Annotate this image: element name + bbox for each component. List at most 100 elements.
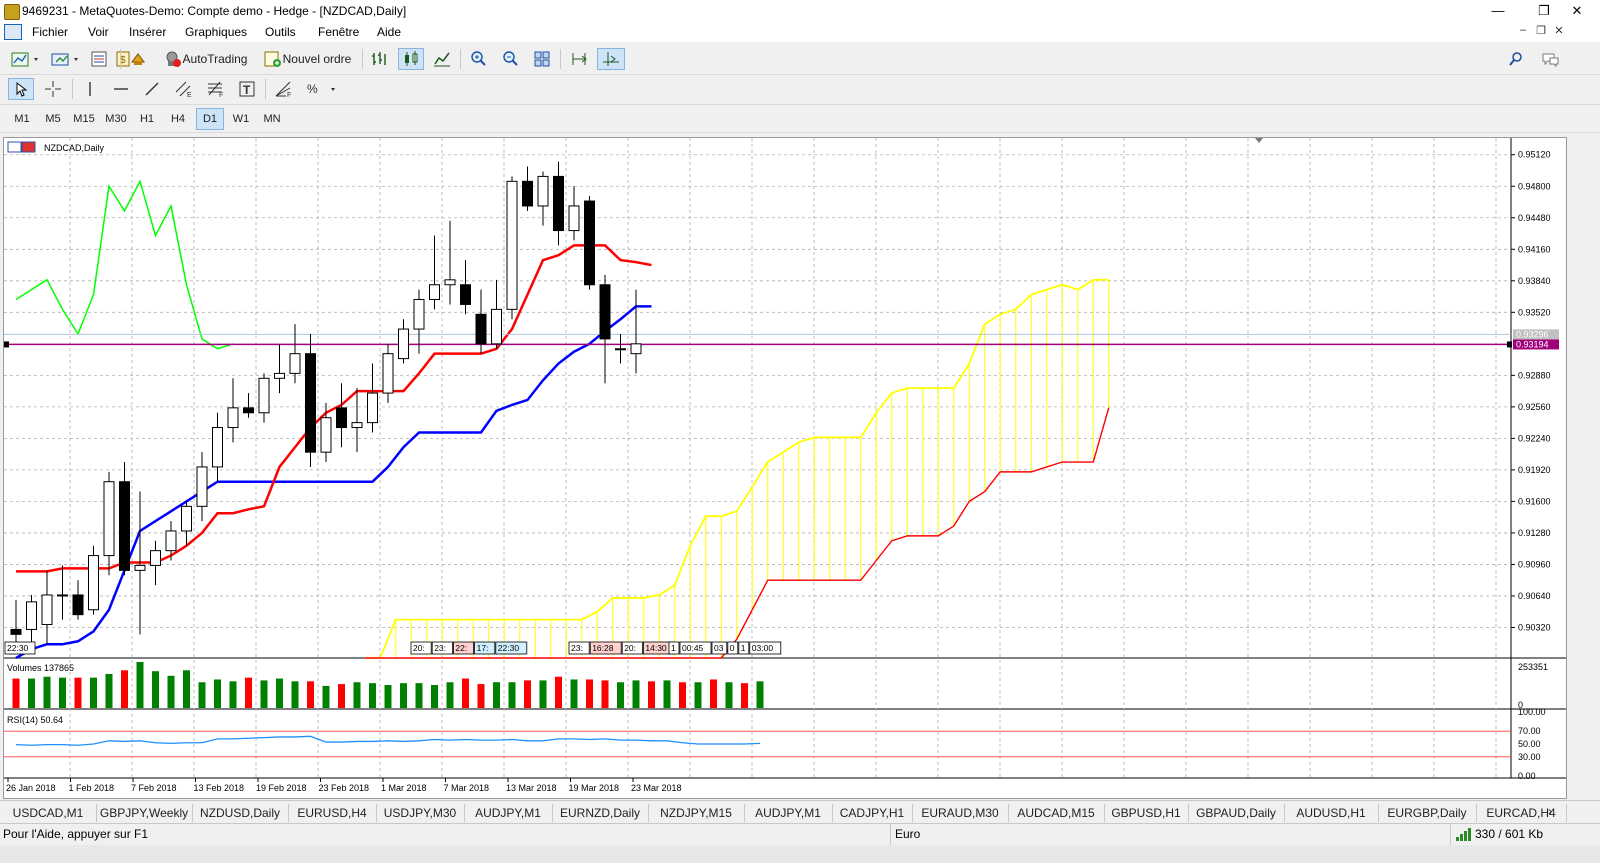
fibonacci-icon[interactable]: F <box>203 78 229 100</box>
chart-symbol-icon <box>7 141 22 153</box>
y-tick-label: 0.94160 <box>1518 244 1551 254</box>
chart-tab[interactable]: AUDCAD,M15 <box>1008 804 1105 822</box>
timeframe-h4[interactable]: H4 <box>164 108 192 130</box>
candlestick-chart-icon[interactable] <box>398 48 424 70</box>
auto-scroll-icon[interactable] <box>597 48 625 70</box>
search-icon[interactable] <box>1505 48 1527 70</box>
fibonacci-fan-icon[interactable]: F <box>271 78 297 100</box>
chart-tab[interactable]: AUDUSD,H1 <box>1284 804 1379 822</box>
chart-tab[interactable]: USDJPY,M30 <box>376 804 465 822</box>
navigator-icon[interactable] <box>127 48 149 70</box>
y-tick-label: 0.91600 <box>1518 496 1551 506</box>
chart-tab[interactable]: USDCAD,M1 <box>0 804 97 822</box>
chart-tab[interactable]: CADJPY,H1 <box>832 804 913 822</box>
candle-body <box>351 422 363 429</box>
chart-tab[interactable]: EURAUD,M30 <box>912 804 1009 822</box>
x-tick-label: 1 Feb 2018 <box>69 783 115 793</box>
standard-toolbar: $ AutoTrading Nouvel ordre <box>0 44 1600 75</box>
candle-body <box>429 284 440 301</box>
x-tick-label: 26 Jan 2018 <box>6 783 56 793</box>
svg-text:T: T <box>243 83 251 97</box>
volume-bar <box>415 683 423 708</box>
chart-tab[interactable]: EURUSD,H4 <box>288 804 377 822</box>
chart-tab[interactable]: GBPUSD,H1 <box>1104 804 1189 822</box>
nzdcad-chart[interactable]: 22:30 20: 23: 22: 17: 22:30 23: 16:28 20: 14:30 1 0… <box>4 138 1566 798</box>
zoom-in-icon[interactable] <box>466 48 490 70</box>
trendline-icon[interactable] <box>140 78 164 100</box>
bar-chart-icon[interactable] <box>367 48 391 70</box>
line-chart-icon[interactable] <box>430 48 454 70</box>
chart-tab[interactable]: NZDUSD,Daily <box>192 804 289 822</box>
volume-bar <box>663 680 671 708</box>
crosshair-icon[interactable] <box>40 78 66 100</box>
chikou-span <box>15 179 234 350</box>
candle-body <box>615 348 626 351</box>
y-tick-label: 0.91920 <box>1518 465 1551 475</box>
volume-bar <box>74 677 82 708</box>
new-chart-icon[interactable] <box>8 48 44 70</box>
timeframe-w1[interactable]: W1 <box>227 108 255 130</box>
timeframe-h1[interactable]: H1 <box>133 108 161 130</box>
chart-tab[interactable]: EURGBP,Daily <box>1378 804 1477 822</box>
timeframe-m5[interactable]: M5 <box>39 108 67 130</box>
equidistant-channel-icon[interactable]: E <box>171 78 197 100</box>
vertical-line-icon[interactable] <box>78 78 102 100</box>
event-marker-text: 22: <box>455 643 467 653</box>
timeframe-m30[interactable]: M30 <box>102 108 130 130</box>
candle-body <box>491 308 502 345</box>
timeframe-mn[interactable]: MN <box>258 108 286 130</box>
chart-tab[interactable]: AUDJPY,M1 <box>464 804 553 822</box>
chart-window[interactable]: 22:30 20: 23: 22: 17: 22:30 23: 16:28 20: 14:30 1 0… <box>3 137 1567 799</box>
menu-outils[interactable]: Outils <box>265 25 296 39</box>
candle-body <box>165 530 177 552</box>
menu-fichier[interactable]: Fichier <box>32 25 68 39</box>
mdi-close-icon[interactable]: ✕ <box>1551 24 1567 40</box>
menu-graphiques[interactable]: Graphiques <box>185 25 247 39</box>
minimize-button[interactable]: — <box>1475 0 1521 22</box>
tile-windows-icon[interactable] <box>530 48 554 70</box>
menu-aide[interactable]: Aide <box>377 25 401 39</box>
y-tick-label: 0.93520 <box>1518 307 1551 317</box>
autotrading-button[interactable]: AutoTrading <box>158 48 252 70</box>
taskbar-strip <box>0 845 1600 863</box>
volume-bar <box>369 683 376 708</box>
chart-tab[interactable]: AUDJPY,M1 <box>744 804 833 822</box>
zoom-out-icon[interactable] <box>498 48 522 70</box>
profiles-icon[interactable] <box>48 48 84 70</box>
candle-body <box>289 353 301 374</box>
tabs-scroll-right-icon[interactable]: › <box>1548 804 1560 820</box>
rsi-axis-label: 70.00 <box>1518 726 1541 736</box>
chat-icon[interactable] <box>1538 48 1562 70</box>
chart-tab[interactable]: GBPJPY,Weekly <box>96 804 193 822</box>
mdi-minimize-icon[interactable]: – <box>1515 24 1531 40</box>
chart-tab[interactable]: EURNZD,Daily <box>552 804 649 822</box>
timeframe-d1[interactable]: D1 <box>196 108 224 130</box>
y-tick-label: 0.93840 <box>1518 276 1551 286</box>
chart-tab[interactable]: GBPAUD,Daily <box>1188 804 1285 822</box>
menu-fenetre[interactable]: Fenêtre <box>318 25 359 39</box>
text-label-icon[interactable]: T <box>235 78 259 100</box>
event-marker-text: 23: <box>434 643 446 653</box>
shapes-dropdown-icon[interactable]: % <box>303 78 341 100</box>
hline-handle-right[interactable] <box>1507 341 1512 348</box>
chart-window-icon[interactable] <box>4 24 22 40</box>
status-traffic: 330 / 601 Kb <box>1475 827 1544 841</box>
volume-bar <box>198 682 206 708</box>
market-watch-icon[interactable] <box>88 48 110 70</box>
candle-body <box>72 594 84 616</box>
chart-tab[interactable]: NZDJPY,M15 <box>648 804 745 822</box>
timeframe-m1[interactable]: M1 <box>8 108 36 130</box>
volume-bar <box>291 681 299 708</box>
cursor-icon[interactable] <box>8 78 34 100</box>
new-order-button[interactable]: Nouvel ordre <box>259 48 355 70</box>
timeframe-m15[interactable]: M15 <box>70 108 98 130</box>
menu-inserer[interactable]: Insérer <box>129 25 166 39</box>
volume-bar <box>105 673 113 708</box>
horizontal-line-icon[interactable] <box>109 78 133 100</box>
close-button[interactable]: ✕ <box>1554 0 1600 22</box>
mdi-restore-icon[interactable]: ❐ <box>1533 24 1549 40</box>
chart-shift-icon[interactable] <box>567 48 591 70</box>
menu-voir[interactable]: Voir <box>88 25 109 39</box>
hline-handle-left[interactable] <box>4 341 9 348</box>
volume-bar <box>524 680 531 708</box>
